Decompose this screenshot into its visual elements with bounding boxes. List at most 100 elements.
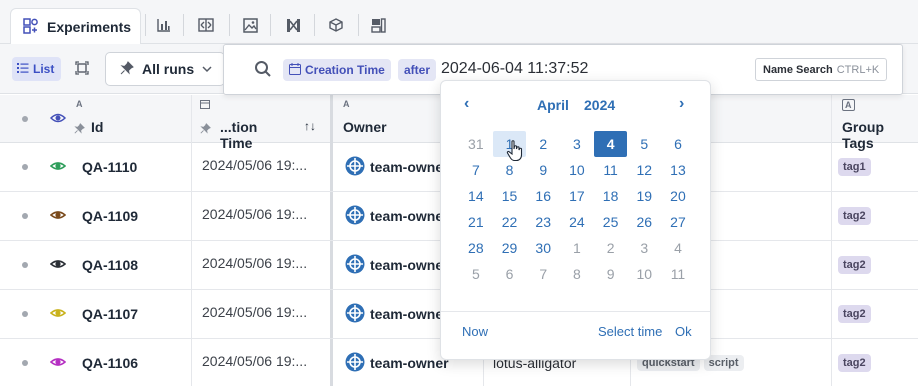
calendar-day[interactable]: 2 (526, 131, 560, 157)
run-id[interactable]: QA-1107 (82, 290, 138, 338)
now-button[interactable]: Now (462, 324, 488, 339)
run-id[interactable]: QA-1108 (82, 241, 138, 289)
visibility-toggle[interactable] (49, 290, 67, 338)
creation-time: 2024/05/06 19:... (202, 255, 308, 271)
filter-value-input[interactable]: 2024-06-04 11:37:52 (441, 60, 588, 78)
calendar-day[interactable]: 17 (560, 183, 594, 209)
owner-cell: team-owne (345, 143, 443, 191)
eye-icon (49, 158, 67, 177)
tab-experiments[interactable]: Experiments (10, 8, 141, 45)
calendar-day[interactable]: 15 (493, 183, 527, 209)
calendar-week: 7 8 9 10 11 12 13 (459, 157, 695, 183)
filter-key-chip[interactable]: Creation Time (283, 59, 391, 81)
calendar-day[interactable]: 5 (459, 261, 493, 287)
compare-icon[interactable] (189, 10, 223, 40)
calendar-day[interactable]: 10 (560, 157, 594, 183)
group-tag-cell: tag2 (838, 241, 871, 289)
calendar-day[interactable]: 7 (526, 261, 560, 287)
calendar-day[interactable]: 3 (560, 131, 594, 157)
calendar-day[interactable]: 6 (661, 131, 695, 157)
calendar-day[interactable]: 14 (459, 183, 493, 209)
row-select-dot[interactable] (22, 290, 28, 338)
calendar-day[interactable]: 30 (526, 235, 560, 261)
calendar-day[interactable]: 16 (526, 183, 560, 209)
calendar-day[interactable]: 8 (560, 261, 594, 287)
avatar-icon (345, 303, 365, 326)
calendar-day[interactable]: 26 (627, 209, 661, 235)
dashboard-icon[interactable] (361, 10, 395, 40)
calendar-day[interactable]: 12 (627, 157, 661, 183)
ok-button[interactable]: Ok (675, 324, 692, 339)
group-tag-cell: tag2 (838, 192, 871, 240)
row-select-dot[interactable] (22, 192, 28, 240)
filter-operator-chip[interactable]: after (398, 59, 437, 81)
calendar-day[interactable]: 7 (459, 157, 493, 183)
calendar-day[interactable]: 31 (459, 131, 493, 157)
row-select-dot[interactable] (22, 143, 28, 191)
calendar-day[interactable]: 4 (661, 235, 695, 261)
calendar-day[interactable]: 23 (526, 209, 560, 235)
tab-divider (270, 14, 271, 36)
run-id[interactable]: QA-1106 (82, 339, 138, 386)
image-icon[interactable] (233, 10, 267, 40)
year-selector[interactable]: 2024 (584, 97, 615, 113)
calendar-day[interactable]: 22 (493, 209, 527, 235)
owner-cell: team-owner (345, 339, 449, 386)
next-month-button[interactable]: › (679, 95, 684, 113)
visibility-toggle[interactable] (49, 241, 67, 289)
group-tag-chip: tag2 (838, 354, 871, 372)
calendar-day[interactable]: 13 (661, 157, 695, 183)
divider (441, 311, 710, 312)
visibility-toggle[interactable] (49, 143, 67, 191)
tab-divider (314, 14, 315, 36)
calendar-day[interactable]: 21 (459, 209, 493, 235)
calendar-day[interactable]: 29 (493, 235, 527, 261)
calendar-day[interactable]: 9 (526, 157, 560, 183)
row-select-dot[interactable] (22, 339, 28, 386)
calendar-week: 21 22 23 24 25 26 27 (459, 209, 695, 235)
visibility-toggle[interactable] (49, 339, 67, 386)
avatar-icon (345, 205, 365, 228)
hand-cursor-icon (506, 140, 524, 165)
calendar-day[interactable]: 6 (493, 261, 527, 287)
row-select-dot[interactable] (22, 241, 28, 289)
name-search-button[interactable]: Name Search CTRL+K (755, 58, 888, 81)
owner-name: team-owne (370, 306, 444, 322)
list-view-button[interactable]: List (12, 57, 61, 81)
column-header-id-label: Id (91, 119, 104, 135)
run-id[interactable]: QA-1109 (82, 192, 138, 240)
month-selector[interactable]: April (537, 97, 569, 113)
calendar-day[interactable]: 20 (661, 183, 695, 209)
calendar-day[interactable]: 28 (459, 235, 493, 261)
previous-month-button[interactable]: ‹ (464, 95, 469, 113)
calendar-day[interactable]: 9 (594, 261, 628, 287)
chart-icon[interactable] (147, 10, 181, 40)
creation-time: 2024/05/06 19:... (202, 353, 308, 369)
calendar-day-selected[interactable]: 4 (593, 131, 628, 157)
run-id[interactable]: QA-1110 (82, 143, 137, 191)
text-type-icon: A (76, 99, 83, 109)
calendar-day[interactable]: 1 (560, 235, 594, 261)
calendar-day[interactable]: 2 (594, 235, 628, 261)
calendar-day[interactable]: 24 (560, 209, 594, 235)
calendar-day[interactable]: 10 (627, 261, 661, 287)
sort-descending-icon[interactable]: ↑↓ (304, 119, 316, 133)
workflow-icon[interactable] (276, 10, 310, 40)
calendar-day[interactable]: 3 (627, 235, 661, 261)
calendar-day[interactable]: 27 (661, 209, 695, 235)
tab-experiments-label: Experiments (47, 19, 132, 35)
calendar-day[interactable]: 5 (627, 131, 661, 157)
cube-icon[interactable] (319, 10, 353, 40)
calendar-day[interactable]: 11 (594, 157, 628, 183)
visibility-toggle[interactable] (49, 192, 67, 240)
calendar-day[interactable]: 11 (661, 261, 695, 287)
eye-icon (49, 110, 67, 129)
card-view-button[interactable] (68, 57, 95, 81)
calendar-day[interactable]: 25 (594, 209, 628, 235)
calendar-day[interactable]: 18 (594, 183, 628, 209)
calendar-day[interactable]: 19 (627, 183, 661, 209)
filter-operator-label: after (404, 63, 431, 77)
calendar-week: 5 6 7 8 9 10 11 (459, 261, 695, 287)
select-time-button[interactable]: Select time (598, 324, 662, 339)
runs-filter-dropdown[interactable]: All runs (105, 52, 225, 86)
